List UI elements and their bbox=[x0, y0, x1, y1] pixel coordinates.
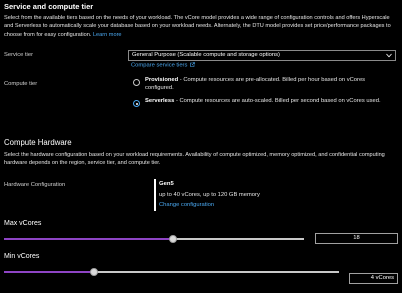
hardware-config-spec: up to 40 vCores, up to 120 GB memory bbox=[159, 192, 260, 198]
compute-hardware-description: Select the hardware configuration based … bbox=[4, 152, 385, 167]
min-vcores-label: Min vCores bbox=[4, 253, 40, 260]
provisioned-radio[interactable] bbox=[133, 79, 140, 86]
compare-service-tiers-label: Compare service tiers bbox=[131, 62, 188, 69]
section-title: Service and compute tier bbox=[4, 2, 94, 11]
provisioned-option-text: Provisioned - Compute resources are pre-… bbox=[145, 76, 395, 93]
service-tier-selected-value: General Purpose (Scalable compute and st… bbox=[132, 52, 280, 58]
serverless-radio[interactable] bbox=[133, 100, 140, 107]
hardware-configuration-label: Hardware Configuration bbox=[4, 182, 66, 188]
min-vcores-input[interactable]: 4 vCores bbox=[349, 273, 398, 284]
compute-hardware-title: Compute Hardware bbox=[4, 138, 72, 147]
hardware-config-divider bbox=[154, 179, 156, 211]
change-configuration-link[interactable]: Change configuration bbox=[159, 202, 214, 208]
section-description: Select from the available tiers based on… bbox=[4, 14, 398, 39]
compute-tier-label: Compute tier bbox=[4, 81, 38, 87]
max-vcores-slider-fill bbox=[4, 238, 173, 240]
service-tier-label: Service tier bbox=[4, 52, 33, 58]
chevron-down-icon bbox=[386, 53, 392, 58]
section-description-text: Select from the available tiers based on… bbox=[4, 15, 391, 38]
min-vcores-slider-thumb[interactable] bbox=[90, 268, 99, 276]
max-vcores-slider-track[interactable] bbox=[4, 238, 304, 240]
serverless-option-text: Serverless - Compute resources are auto-… bbox=[145, 97, 395, 105]
min-vcores-slider-track[interactable] bbox=[4, 271, 339, 273]
provisioned-option-description: - Compute resources are pre-allocated. B… bbox=[145, 77, 366, 92]
serverless-option-description: - Compute resources are auto-scaled. Bil… bbox=[174, 98, 381, 104]
compare-service-tiers-link[interactable]: Compare service tiers bbox=[131, 62, 195, 69]
max-vcores-input[interactable]: 18 bbox=[315, 233, 398, 244]
hardware-config-name: Gen5 bbox=[159, 181, 174, 187]
service-tier-select[interactable]: General Purpose (Scalable compute and st… bbox=[128, 50, 396, 61]
min-vcores-slider-fill bbox=[4, 271, 95, 273]
external-link-icon bbox=[190, 62, 195, 67]
learn-more-link[interactable]: Learn more bbox=[93, 32, 122, 38]
max-vcores-slider-thumb[interactable] bbox=[168, 235, 177, 243]
serverless-option-name: Serverless bbox=[145, 98, 175, 104]
provisioned-option-name: Provisioned bbox=[145, 77, 179, 83]
max-vcores-label: Max vCores bbox=[4, 220, 42, 227]
